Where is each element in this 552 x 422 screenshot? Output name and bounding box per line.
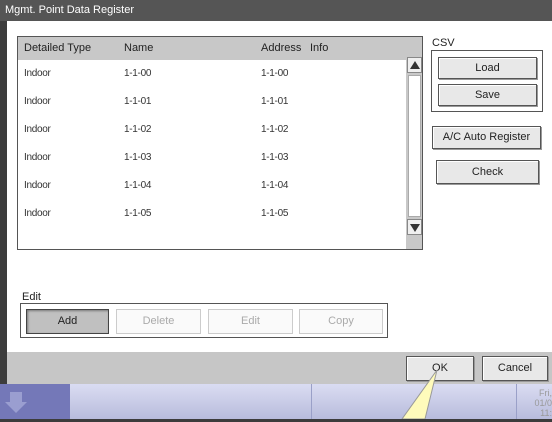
triangle-up-icon (410, 61, 420, 69)
cell-name: 1-1-02 (124, 124, 152, 135)
load-button[interactable]: Load (438, 57, 537, 79)
taskbar-divider (311, 384, 312, 419)
ac-auto-register-button[interactable]: A/C Auto Register (432, 126, 541, 149)
add-button[interactable]: Add (26, 309, 109, 334)
cancel-button[interactable]: Cancel (482, 356, 548, 381)
table-row[interactable]: Indoor 1-1-03 1-1-03 (18, 144, 406, 172)
column-header-info[interactable]: Info (310, 42, 328, 54)
scroll-up-button[interactable] (407, 57, 422, 73)
cell-detailed-type: Indoor (24, 68, 51, 79)
column-header-detailed-type[interactable]: Detailed Type (24, 42, 91, 54)
cell-detailed-type: Indoor (24, 124, 51, 135)
table-row[interactable]: Indoor 1-1-00 1-1-00 (18, 60, 406, 88)
cell-detailed-type: Indoor (24, 96, 51, 107)
cell-address: 1-1-00 (261, 68, 289, 79)
cell-name: 1-1-05 (124, 208, 152, 219)
taskbar-divider (516, 384, 517, 419)
cell-detailed-type: Indoor (24, 152, 51, 163)
table-row[interactable]: Indoor 1-1-04 1-1-04 (18, 172, 406, 200)
table-row[interactable]: Indoor 1-1-05 1-1-05 (18, 200, 406, 228)
column-header-address[interactable]: Address (261, 42, 301, 54)
taskbar-clock: Fri, 01/0 11: (522, 388, 552, 418)
taskbar-time: 11: (540, 408, 552, 418)
cell-address: 1-1-02 (261, 124, 289, 135)
table-row[interactable]: Indoor 1-1-01 1-1-01 (18, 88, 406, 116)
cell-address: 1-1-04 (261, 180, 289, 191)
cell-address: 1-1-03 (261, 152, 289, 163)
table-row[interactable]: Indoor 1-1-02 1-1-02 (18, 116, 406, 144)
point-list: Detailed Type Name Address Info Indoor 1… (17, 36, 423, 250)
scroll-down-button[interactable] (407, 219, 422, 235)
column-header-name[interactable]: Name (124, 42, 153, 54)
edit-group-label: Edit (22, 291, 41, 303)
window-title-bar: Mgmt. Point Data Register (0, 0, 552, 21)
taskbar-menu-icon (5, 392, 27, 413)
cell-name: 1-1-01 (124, 96, 152, 107)
cell-address: 1-1-01 (261, 96, 289, 107)
cell-detailed-type: Indoor (24, 208, 51, 219)
cell-name: 1-1-00 (124, 68, 152, 79)
cell-name: 1-1-03 (124, 152, 152, 163)
taskbar-menu-button[interactable] (0, 384, 70, 419)
triangle-down-icon (410, 224, 420, 232)
list-scrollbar[interactable] (406, 37, 422, 249)
callout-pointer (401, 370, 438, 419)
copy-button[interactable]: Copy (299, 309, 383, 334)
window-title: Mgmt. Point Data Register (5, 4, 134, 16)
csv-group-label: CSV (432, 37, 455, 49)
scrollbar-thumb[interactable] (408, 75, 421, 217)
cell-address: 1-1-05 (261, 208, 289, 219)
cell-detailed-type: Indoor (24, 180, 51, 191)
taskbar (0, 384, 552, 419)
save-button[interactable]: Save (438, 84, 537, 106)
delete-button[interactable]: Delete (116, 309, 201, 334)
list-header: Detailed Type Name Address Info (18, 37, 406, 60)
taskbar-date: Fri, 01/0 (534, 388, 552, 408)
check-button[interactable]: Check (436, 160, 539, 184)
cell-name: 1-1-04 (124, 180, 152, 191)
edit-button[interactable]: Edit (208, 309, 293, 334)
